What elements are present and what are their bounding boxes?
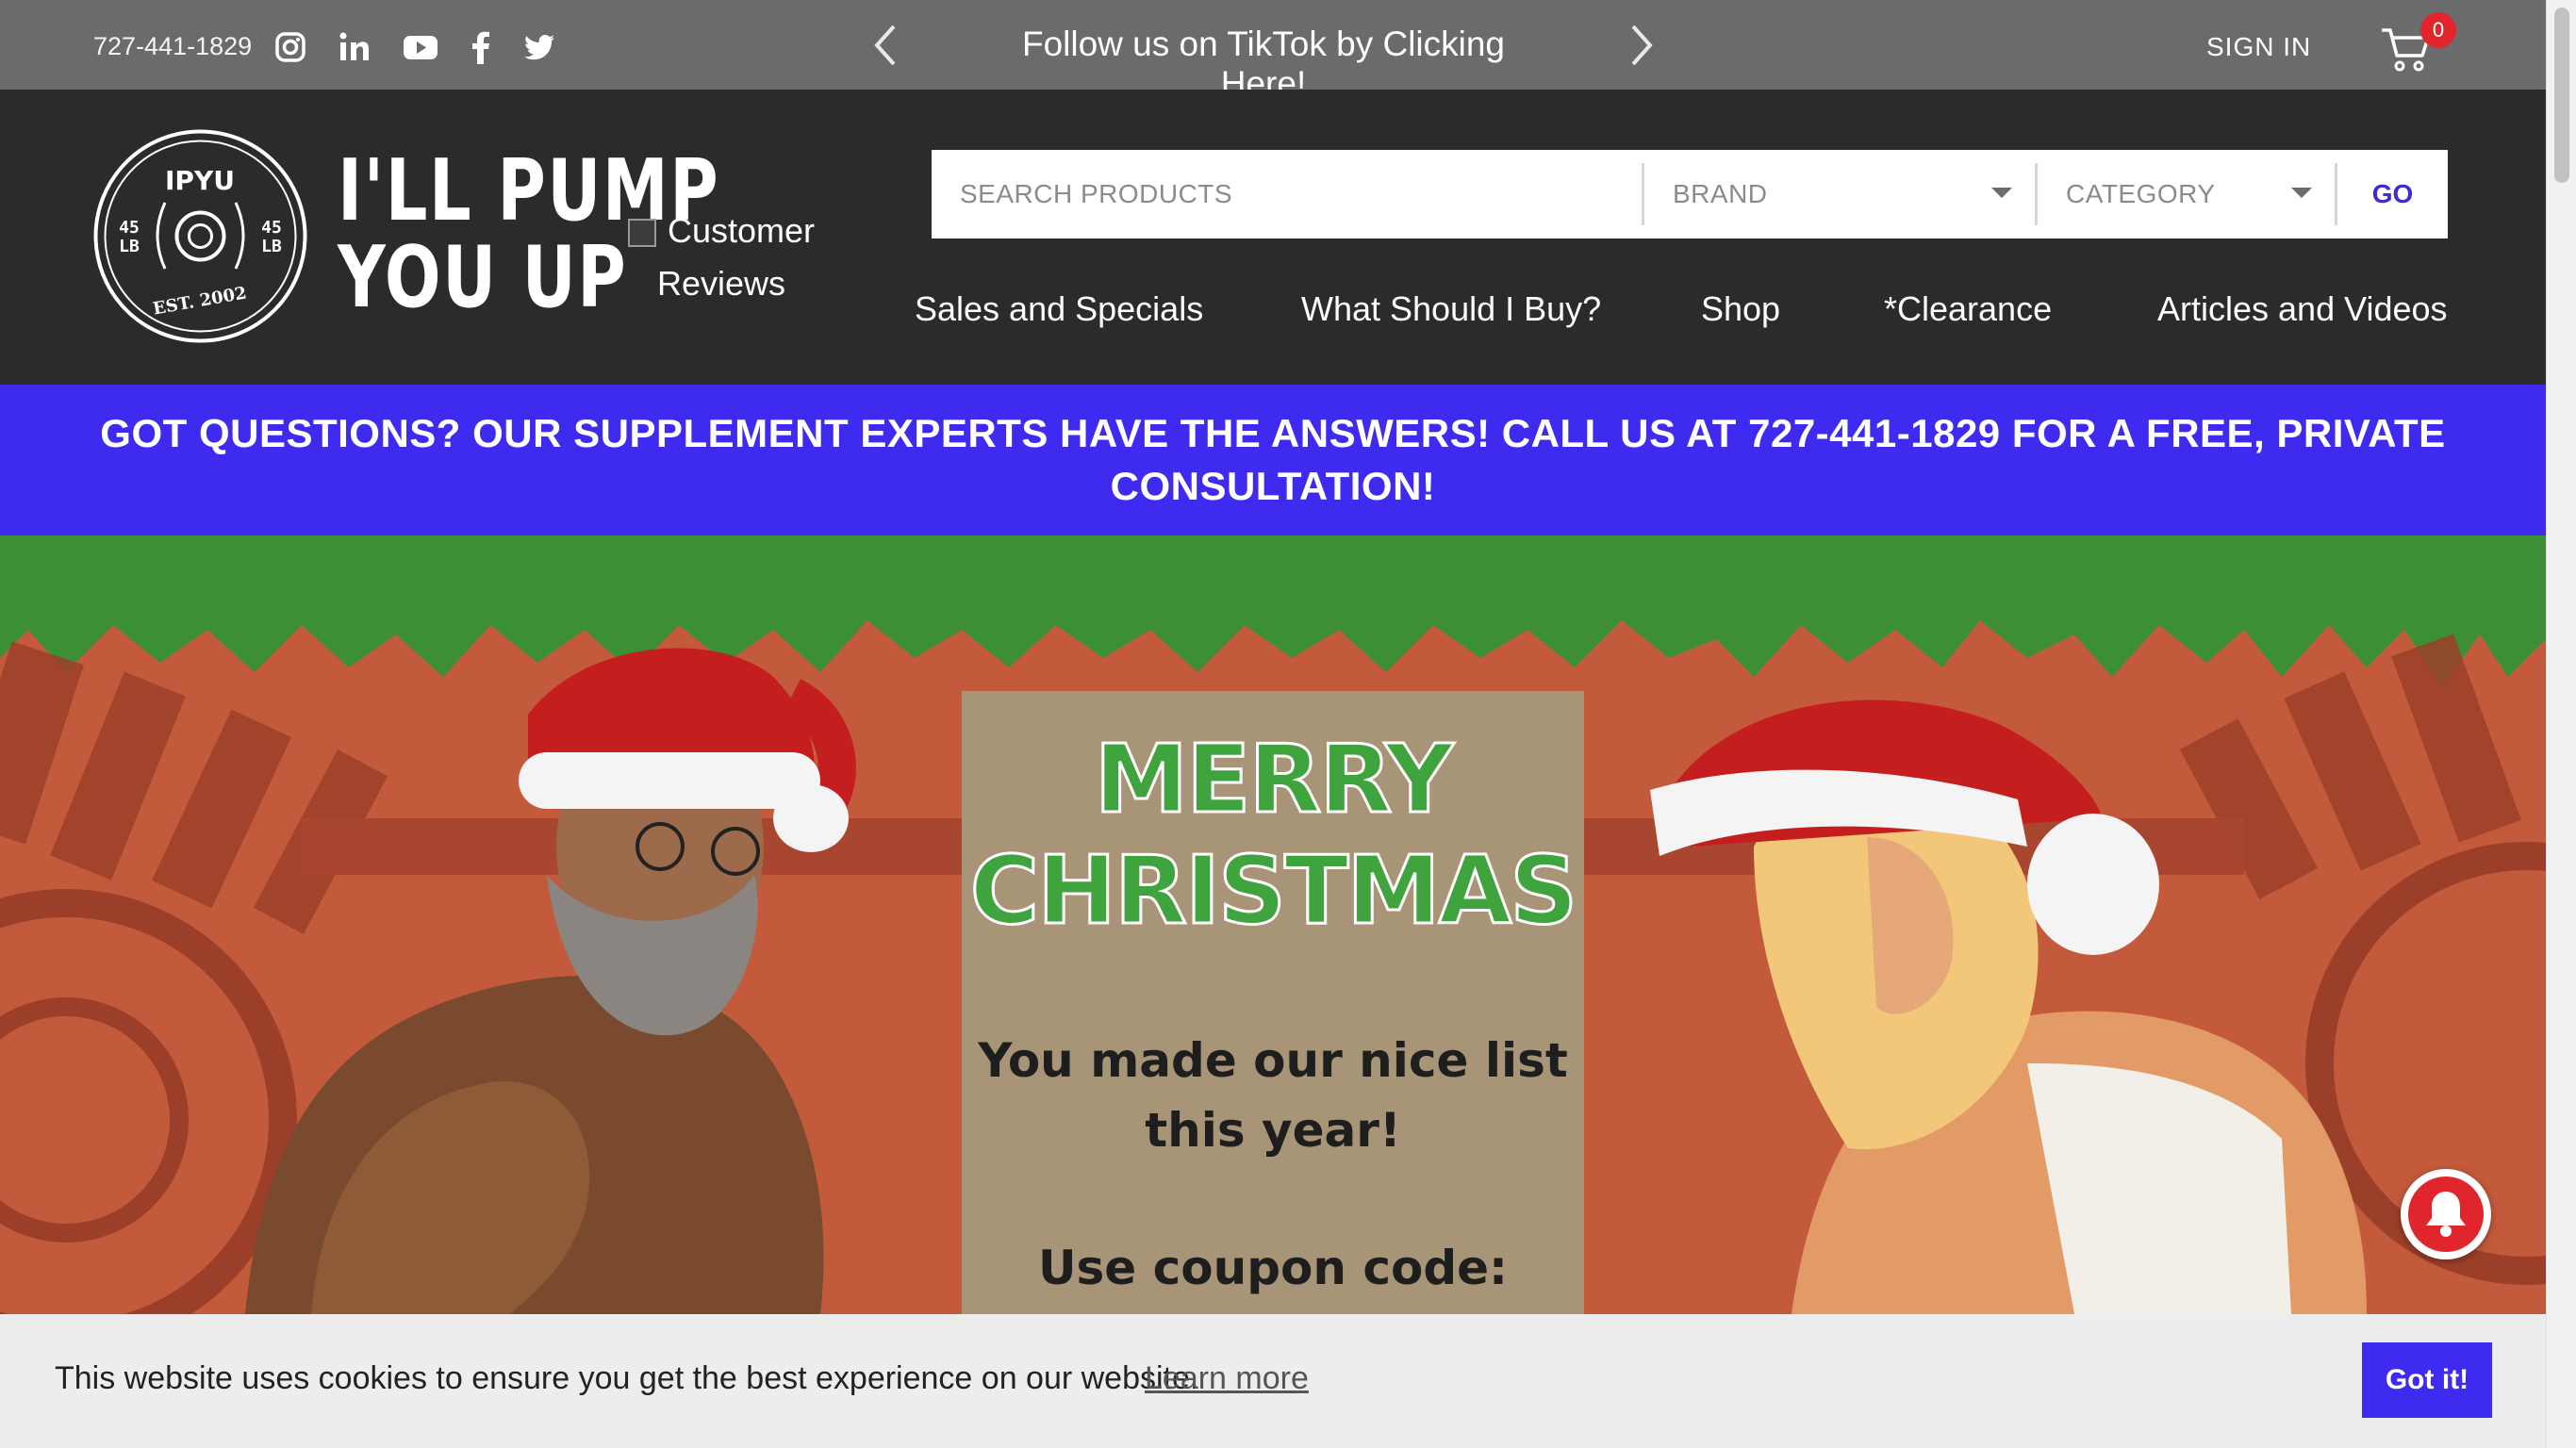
brand-select-label: BRAND bbox=[1673, 179, 1768, 208]
social-links bbox=[273, 30, 556, 64]
christmas-hero-banner[interactable]: MERRY CHRISTMAS You made our nice list t… bbox=[0, 535, 2546, 1314]
logo-badge-left-unit: LB bbox=[119, 237, 140, 256]
hero-coupon-label: Use coupon code: bbox=[1037, 1241, 1509, 1295]
cookie-message: This website uses cookies to ensure you … bbox=[55, 1360, 1199, 1396]
notification-bell-button[interactable] bbox=[2401, 1169, 2491, 1259]
instagram-icon[interactable] bbox=[273, 30, 307, 64]
nav-clearance[interactable]: *Clearance bbox=[1884, 289, 2052, 329]
banner-line-1: GOT QUESTIONS? OUR SUPPLEMENT EXPERTS HA… bbox=[100, 411, 2446, 455]
phone-number[interactable]: 727-441-1829 bbox=[93, 32, 252, 61]
category-select[interactable]: CATEGORY bbox=[2038, 163, 2337, 225]
cookie-accept-button[interactable]: Got it! bbox=[2362, 1342, 2492, 1418]
linkedin-icon[interactable] bbox=[338, 30, 372, 64]
logo-badge-right-weight: 45 bbox=[261, 218, 282, 238]
hero-nice-list-line1: You made our nice list bbox=[978, 1033, 1568, 1088]
sign-in-link[interactable]: SIGN IN bbox=[2206, 32, 2311, 62]
nav-shop[interactable]: Shop bbox=[1701, 289, 1780, 329]
caret-down-icon bbox=[1991, 188, 2012, 198]
twitter-icon[interactable] bbox=[522, 30, 556, 64]
hero-title-merry: MERRY bbox=[1093, 723, 1455, 836]
search-bar: SEARCH PRODUCTS BRAND CATEGORY GO bbox=[932, 150, 2448, 239]
bell-icon bbox=[2408, 1176, 2484, 1252]
facebook-icon[interactable] bbox=[470, 30, 492, 64]
cart-count-badge: 0 bbox=[2420, 12, 2456, 48]
broken-image-icon bbox=[627, 219, 656, 248]
category-select-label: CATEGORY bbox=[2066, 179, 2216, 208]
top-bar: 727-441-1829 Follow us on TikTok by Clic… bbox=[0, 0, 2546, 103]
reviews-label-line1: Customer bbox=[667, 211, 816, 250]
search-input[interactable]: SEARCH PRODUCTS bbox=[932, 163, 1644, 225]
logo-badge[interactable]: IPYU 45 LB 45 LB EST. 2002 bbox=[91, 127, 309, 345]
hero-nice-list-line2: this year! bbox=[1145, 1103, 1401, 1158]
promo-prev-arrow-icon[interactable] bbox=[867, 23, 905, 68]
customer-reviews-link[interactable]: Customer Reviews bbox=[613, 205, 830, 310]
caret-down-icon bbox=[2291, 188, 2312, 198]
site-header: IPYU 45 LB 45 LB EST. 2002 I'LL PUMP YOU… bbox=[0, 90, 2546, 385]
nav-articles-and-videos[interactable]: Articles and Videos bbox=[2157, 289, 2448, 329]
logo-badge-top: IPYU bbox=[165, 165, 235, 196]
consultation-banner: GOT QUESTIONS? OUR SUPPLEMENT EXPERTS HA… bbox=[0, 385, 2546, 535]
hero-title-christmas: CHRISTMAS bbox=[968, 834, 1578, 947]
cookie-consent-bar: This website uses cookies to ensure you … bbox=[0, 1314, 2546, 1448]
brand-select[interactable]: BRAND bbox=[1644, 163, 2038, 225]
logo-badge-bottom: EST. 2002 bbox=[152, 283, 249, 319]
cookie-learn-more-link[interactable]: Learn more bbox=[1145, 1360, 1309, 1397]
search-go-button[interactable]: GO bbox=[2337, 179, 2448, 209]
nav-what-should-i-buy[interactable]: What Should I Buy? bbox=[1301, 289, 1601, 329]
logo-badge-right-unit: LB bbox=[261, 237, 282, 256]
page-scrollbar[interactable] bbox=[2546, 0, 2576, 1448]
logo-badge-left-weight: 45 bbox=[119, 218, 140, 238]
promo-next-arrow-icon[interactable] bbox=[1622, 23, 1660, 68]
reviews-label-line2: Reviews bbox=[656, 264, 786, 303]
youtube-icon[interactable] bbox=[402, 30, 439, 64]
scrollbar-thumb[interactable] bbox=[2554, 8, 2569, 183]
banner-line-2: CONSULTATION! bbox=[1110, 464, 1436, 508]
nav-sales-and-specials[interactable]: Sales and Specials bbox=[915, 289, 1203, 329]
